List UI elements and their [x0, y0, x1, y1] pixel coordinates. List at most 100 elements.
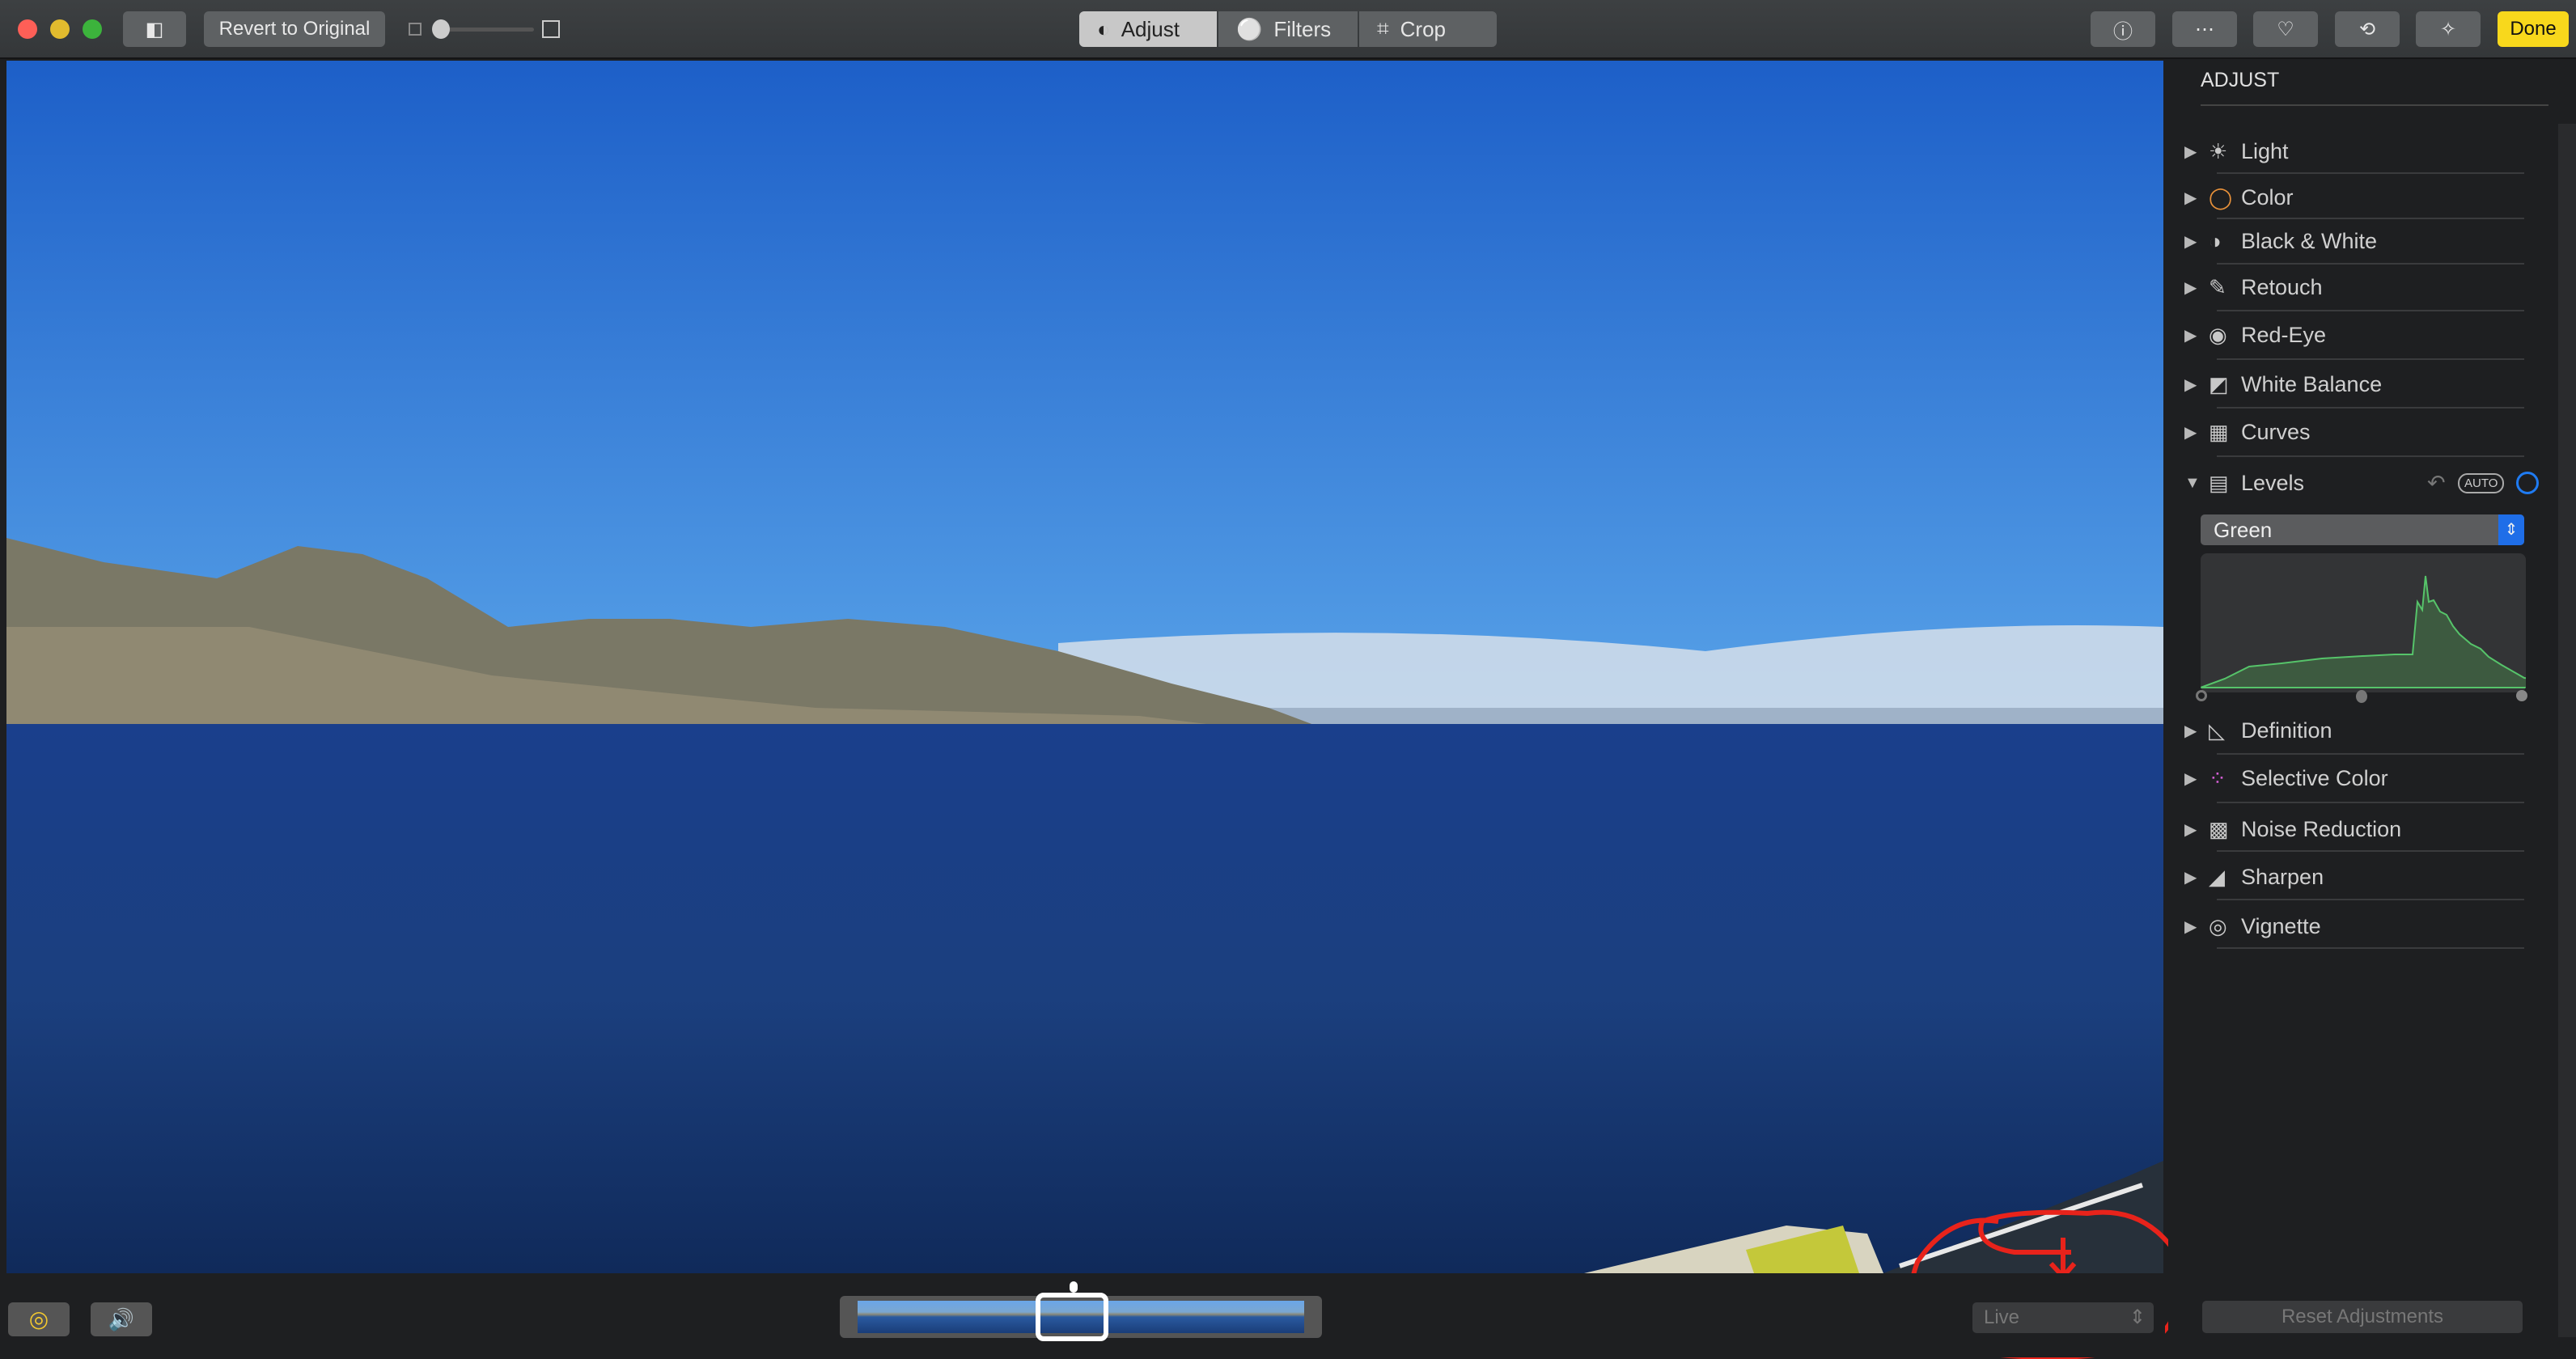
undo-icon[interactable]: ↶: [2427, 471, 2446, 496]
adjust-light[interactable]: ▶ ☀ Light: [2184, 129, 2524, 174]
eye-icon: ◉: [2209, 322, 2227, 347]
split-view-icon: ◧: [145, 18, 164, 40]
frame-scrubber[interactable]: [840, 1293, 1322, 1341]
zoom-slider-knob[interactable]: [432, 19, 450, 39]
adjust-black-white[interactable]: ▶ ◑ Black & White: [2184, 218, 2524, 264]
adjust-vignette[interactable]: ▶ ◎ Vignette: [2184, 904, 2524, 949]
item-label: Color: [2241, 184, 2294, 210]
toolbar: ◧ Revert to Original ◐ Adjust ⚪ Filters ⌗ C…: [0, 0, 2576, 59]
ocean-photo: [6, 61, 2163, 1273]
enhance-button[interactable]: ✧: [2416, 11, 2481, 47]
item-label: Sharpen: [2241, 864, 2324, 889]
done-label: Done: [2510, 18, 2557, 40]
disclosure-triangle-icon: ▶: [2184, 188, 2197, 207]
tab-crop[interactable]: ⌗ Crop: [1359, 11, 1497, 47]
white-point-handle[interactable]: [2516, 690, 2527, 701]
disclosure-triangle-icon: ▶: [2184, 423, 2197, 442]
item-label: Selective Color: [2241, 765, 2388, 790]
adjust-curves[interactable]: ▶ ▦ Curves: [2184, 409, 2524, 455]
adjust-noise-reduction[interactable]: ▶ ▩ Noise Reduction: [2184, 807, 2524, 852]
adjust-color[interactable]: ▶ ◯ Color: [2184, 175, 2524, 220]
revert-button[interactable]: Revert to Original: [204, 11, 385, 47]
magic-wand-icon: ✧: [2439, 18, 2457, 40]
noise-icon: ▩: [2209, 816, 2229, 841]
black-point-handle[interactable]: [2196, 690, 2207, 701]
white-balance-icon: ◩: [2209, 371, 2229, 396]
adjust-red-eye[interactable]: ▶ ◉ Red-Eye: [2184, 312, 2524, 358]
levels-histogram: [2201, 553, 2526, 692]
tab-label: Adjust: [1121, 16, 1180, 41]
disclosure-triangle-icon: ▶: [2184, 769, 2197, 788]
disclosure-triangle-icon: ▶: [2184, 375, 2197, 394]
tab-adjust[interactable]: ◐ Adjust: [1079, 11, 1217, 47]
curves-icon: ▦: [2209, 419, 2229, 444]
disclosure-triangle-icon: ▶: [2184, 868, 2197, 887]
small-photo-icon: [409, 23, 422, 36]
tab-label: Crop: [1400, 16, 1446, 41]
done-button[interactable]: Done: [2498, 11, 2569, 47]
bandage-icon: ✎: [2209, 274, 2226, 299]
item-label: Light: [2241, 138, 2289, 163]
close-button[interactable]: [18, 19, 37, 39]
adjust-white-balance[interactable]: ▶ ◩ White Balance: [2184, 362, 2524, 407]
zoom-slider[interactable]: [437, 28, 534, 32]
filters-icon: ⚪: [1236, 16, 1263, 41]
photo-canvas[interactable]: [6, 61, 2163, 1273]
adjust-dial-icon: ◐: [1097, 16, 1110, 41]
frame-selector[interactable]: [1036, 1293, 1108, 1341]
sharpen-icon: ◢: [2209, 864, 2225, 889]
key-photo-marker: [1070, 1281, 1078, 1293]
tab-label: Filters: [1273, 16, 1332, 41]
reset-adjustments-button[interactable]: Reset Adjustments: [2202, 1301, 2523, 1333]
disclosure-triangle-icon: ▶: [2184, 278, 2197, 297]
live-photo-button[interactable]: ◎: [8, 1302, 70, 1336]
favorite-button[interactable]: ♡: [2253, 11, 2318, 47]
toggle-circle-button[interactable]: [2516, 472, 2539, 494]
bottom-bar: ◎ 🔊 Live ⇕: [0, 1273, 2165, 1357]
item-label: White Balance: [2241, 371, 2383, 396]
midtone-handle[interactable]: [2356, 690, 2367, 703]
adjust-definition[interactable]: ▶ ◺ Definition: [2184, 708, 2524, 753]
item-label: Levels: [2241, 470, 2305, 495]
stepper-icon: ⇕: [2129, 1306, 2146, 1328]
heart-icon: ♡: [2277, 18, 2294, 40]
disclosure-triangle-icon: ▶: [2184, 326, 2197, 345]
definition-icon: ◺: [2209, 718, 2225, 743]
item-label: Curves: [2241, 419, 2311, 444]
zoom-button[interactable]: [83, 19, 102, 39]
disclosure-triangle-icon: ▶: [2184, 917, 2197, 936]
auto-button[interactable]: AUTO: [2458, 472, 2505, 493]
speaker-icon: 🔊: [108, 1307, 135, 1331]
adjust-levels[interactable]: ▼ ▤ Levels ↶ AUTO: [2184, 460, 2540, 506]
live-effect-dropdown[interactable]: Live ⇕: [1972, 1302, 2154, 1333]
divider: [2201, 104, 2548, 106]
disclosure-triangle-icon: ▶: [2184, 232, 2197, 251]
adjust-sharpen[interactable]: ▶ ◢ Sharpen: [2184, 854, 2524, 900]
channel-value: Green: [2214, 518, 2273, 542]
adjust-retouch[interactable]: ▶ ✎ Retouch: [2184, 265, 2524, 310]
info-button[interactable]: ⓘ: [2091, 11, 2155, 47]
live-photo-icon: ◎: [28, 1306, 49, 1331]
rotate-button[interactable]: ⟲: [2335, 11, 2400, 47]
item-label: Black & White: [2241, 228, 2378, 253]
disclosure-triangle-icon: ▶: [2184, 722, 2197, 740]
sound-button[interactable]: 🔊: [91, 1302, 152, 1336]
minimize-button[interactable]: [50, 19, 70, 39]
tab-filters[interactable]: ⚪ Filters: [1218, 11, 1358, 47]
scrollbar[interactable]: [2558, 124, 2576, 1337]
rotate-icon: ⟲: [2358, 18, 2376, 40]
adjust-selective-color[interactable]: ▶ ⁘ Selective Color: [2184, 756, 2524, 801]
item-label: Vignette: [2241, 913, 2321, 938]
histogram-graph: [2201, 575, 2526, 688]
item-label: Red-Eye: [2241, 322, 2327, 347]
item-label: Retouch: [2241, 274, 2323, 299]
panel-title: ADJUST: [2201, 69, 2280, 91]
adjust-panel: ADJUST ▶ ☀ Light ▶ ◯ Color ▶ ◑ Black & White ▶…: [2168, 59, 2576, 1357]
stepper-icon: ⇕: [2498, 514, 2524, 545]
disclosure-triangle-down-icon: ▼: [2184, 473, 2201, 492]
vignette-icon: ◎: [2209, 913, 2227, 938]
compare-button[interactable]: ◧: [123, 11, 186, 47]
more-icon: ⋯: [2195, 18, 2214, 40]
more-button[interactable]: ⋯: [2172, 11, 2237, 47]
channel-dropdown[interactable]: Green ⇕: [2201, 514, 2524, 545]
